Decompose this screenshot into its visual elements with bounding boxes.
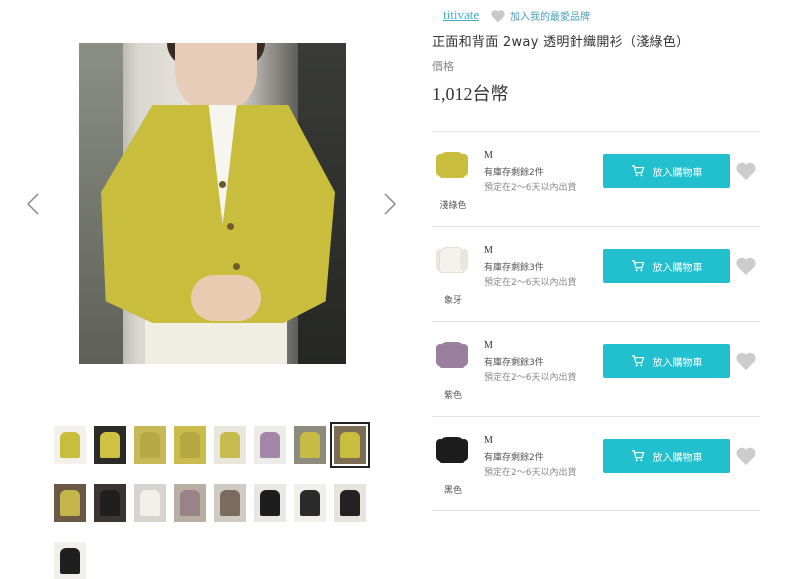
add-to-cart-button[interactable]: 放入購物車 (603, 249, 730, 283)
chevron-left-icon (26, 193, 39, 215)
variant-color-name: 象牙 (443, 296, 462, 306)
cart-icon (631, 450, 644, 462)
thumbnail-garment (100, 490, 120, 516)
heart-icon[interactable] (735, 351, 757, 371)
swatch-sleeve (460, 249, 468, 271)
favorite-brand-label: 加入我的最愛品牌 (510, 12, 590, 23)
thumbnail-garment (140, 490, 160, 516)
gallery-thumbnail[interactable] (94, 426, 126, 464)
add-to-cart-label: 放入購物車 (652, 262, 703, 274)
variant-stock: 有庫存剩餘2件 (484, 168, 544, 178)
swatch-sleeve (460, 439, 468, 461)
add-to-cart-button[interactable]: 放入購物車 (603, 154, 730, 188)
gallery-thumbnail[interactable] (294, 426, 326, 464)
gallery-thumbnail[interactable] (174, 484, 206, 522)
heart-icon[interactable] (735, 446, 757, 466)
add-to-cart-label: 放入購物車 (652, 357, 703, 369)
variant-color-name: 紫色 (443, 391, 462, 401)
variant-ship-time: 預定在2～6天以內出貨 (484, 468, 577, 478)
cart-icon (631, 260, 644, 272)
add-to-cart-button[interactable]: 放入購物車 (603, 439, 730, 473)
gallery-thumbnail[interactable] (214, 426, 246, 464)
cart-icon (631, 165, 644, 177)
variant-ship-time: 預定在2～6天以內出貨 (484, 373, 577, 383)
variant-color-name: 淺綠色 (439, 201, 467, 211)
variant-row: 黑色 M 有庫存剩餘2件 預定在2～6天以內出貨 放入購物車 (432, 416, 760, 511)
gallery-thumbnail[interactable] (174, 426, 206, 464)
variant-swatch[interactable] (436, 433, 468, 467)
gallery-thumbnail[interactable] (54, 542, 86, 579)
thumbnail-garment (220, 432, 240, 458)
heart-icon (491, 9, 505, 22)
prev-image-arrow[interactable] (26, 192, 40, 218)
thumbnail-garment (180, 432, 200, 458)
thumbnail-garment (260, 490, 280, 516)
gallery-thumbnail[interactable] (214, 484, 246, 522)
variant-stock: 有庫存剩餘3件 (484, 263, 544, 273)
thumbnail-garment (260, 432, 280, 458)
variant-ship-time: 預定在2～6天以內出貨 (484, 278, 577, 288)
thumbnail-garment (100, 432, 120, 458)
variant-stock: 有庫存剩餘2件 (484, 453, 544, 463)
variant-row: 淺綠色 M 有庫存剩餘2件 預定在2～6天以內出貨 放入購物車 (432, 131, 760, 226)
gallery-thumbnail[interactable] (334, 484, 366, 522)
swatch-sleeve (460, 344, 468, 366)
thumbnail-garment (340, 490, 360, 516)
model-neck (175, 43, 257, 113)
variant-swatch[interactable] (436, 148, 468, 182)
add-to-cart-label: 放入購物車 (652, 167, 703, 179)
variant-color-name: 黑色 (443, 486, 462, 496)
thumbnail-garment (60, 490, 80, 516)
cart-icon (631, 355, 644, 367)
variant-size: M (484, 150, 493, 161)
variant-size: M (484, 435, 493, 446)
main-product-photo[interactable] (79, 43, 346, 364)
product-price: 1,012台幣 (432, 84, 509, 104)
variant-stock: 有庫存剩餘3件 (484, 358, 544, 368)
variant-swatch[interactable] (436, 338, 468, 372)
thumbnail-garment (60, 432, 80, 458)
cardigan-button (233, 263, 240, 270)
thumbnail-garment (300, 490, 320, 516)
model-hands (191, 275, 261, 321)
thumbnail-garment (140, 432, 160, 458)
gallery-thumbnail[interactable] (254, 484, 286, 522)
variant-row: 象牙 M 有庫存剩餘3件 預定在2～6天以內出貨 放入購物車 (432, 226, 760, 321)
gallery-thumbnail[interactable] (54, 426, 86, 464)
gallery-thumbnail[interactable] (330, 422, 370, 468)
add-to-cart-button[interactable]: 放入購物車 (603, 344, 730, 378)
thumbnail-garment (340, 432, 360, 458)
price-label: 價格 (432, 60, 454, 73)
variant-size: M (484, 245, 493, 256)
variant-size: M (484, 340, 493, 351)
heart-icon[interactable] (735, 256, 757, 276)
variant-ship-time: 預定在2～6天以內出貨 (484, 183, 577, 193)
cardigan-button (219, 181, 226, 188)
swatch-sleeve (460, 154, 468, 176)
gallery-thumbnail[interactable] (134, 426, 166, 464)
gallery-thumbnail[interactable] (254, 426, 286, 464)
gallery-thumbnail[interactable] (54, 484, 86, 522)
product-title: 正面和背面 2way 透明針織開衫（淺綠色） (432, 35, 690, 50)
gallery-thumbnail[interactable] (134, 484, 166, 522)
next-image-arrow[interactable] (383, 192, 397, 218)
chevron-right-icon (384, 193, 397, 215)
add-to-cart-label: 放入購物車 (652, 452, 703, 464)
thumbnail-garment (300, 432, 320, 458)
brand-link[interactable]: titivate (443, 7, 479, 23)
variant-swatch[interactable] (436, 243, 468, 277)
cardigan-button (227, 223, 234, 230)
favorite-brand-button[interactable]: 加入我的最愛品牌 (490, 8, 590, 23)
heart-icon[interactable] (735, 161, 757, 181)
thumbnail-garment (60, 548, 80, 574)
gallery-thumbnail[interactable] (94, 484, 126, 522)
variant-row: 紫色 M 有庫存剩餘3件 預定在2～6天以內出貨 放入購物車 (432, 321, 760, 416)
thumbnail-garment (220, 490, 240, 516)
gallery-thumbnail[interactable] (294, 484, 326, 522)
thumbnail-garment (180, 490, 200, 516)
